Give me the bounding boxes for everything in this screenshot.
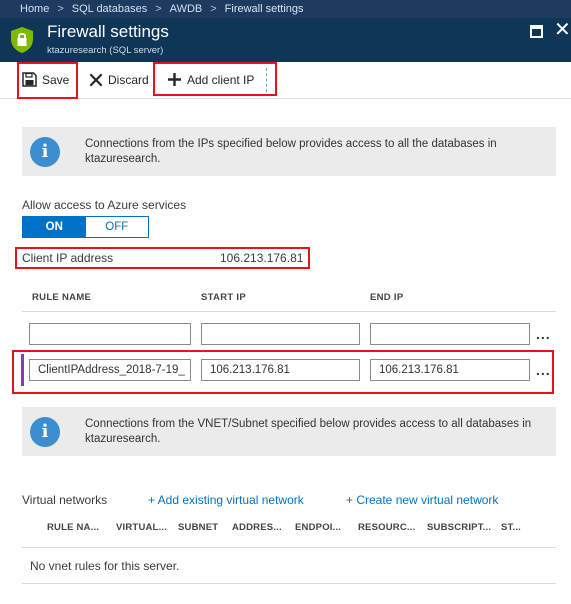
more-options-icon[interactable]: ... bbox=[536, 362, 551, 378]
toggle-off-option[interactable]: OFF bbox=[85, 217, 148, 237]
breadcrumb-current: Firewall settings bbox=[224, 3, 304, 15]
client-ip-value: 106.213.176.81 bbox=[220, 251, 304, 265]
plus-icon bbox=[168, 73, 181, 86]
discard-label: Discard bbox=[108, 72, 149, 87]
add-client-ip-label: Add client IP bbox=[187, 72, 255, 87]
new-rule-name-input[interactable] bbox=[29, 323, 191, 345]
rule-name-input[interactable]: ClientIPAddress_2018-7-19_ bbox=[29, 359, 191, 381]
vnet-empty-message: No vnet rules for this server. bbox=[30, 559, 180, 573]
vnet-column-endpoint: ENDPOI... bbox=[295, 522, 342, 533]
start-ip-input[interactable]: 106.213.176.81 bbox=[201, 359, 360, 381]
breadcrumb-sql-databases[interactable]: SQL databases bbox=[72, 3, 147, 15]
save-button[interactable]: Save bbox=[22, 62, 69, 97]
selected-row-marker bbox=[21, 354, 24, 386]
azure-services-label: Allow access to Azure services bbox=[22, 198, 187, 212]
save-label: Save bbox=[42, 72, 70, 87]
vnet-column-subscription: SUBSCRIPT... bbox=[427, 522, 492, 533]
breadcrumb-separator: > bbox=[210, 3, 217, 15]
discard-button[interactable]: Discard bbox=[89, 62, 149, 97]
add-existing-vnet-link[interactable]: + Add existing virtual network bbox=[148, 493, 304, 507]
firewall-info-text: Connections from the IPs specified below… bbox=[85, 138, 497, 165]
breadcrumb-separator: > bbox=[155, 3, 162, 15]
save-icon bbox=[22, 72, 37, 87]
firewall-info-banner: i Connections from the IPs specified bel… bbox=[22, 127, 556, 176]
table-header-divider bbox=[22, 311, 556, 312]
page-subtitle: ktazuresearch (SQL server) bbox=[47, 45, 164, 56]
shield-lock-icon bbox=[11, 27, 33, 53]
client-ip-label: Client IP address bbox=[22, 251, 114, 265]
column-header-rule-name: RULE NAME bbox=[32, 292, 92, 303]
vnet-column-virtual-network: VIRTUAL... bbox=[116, 522, 168, 533]
azure-services-toggle: ON OFF bbox=[22, 216, 149, 238]
virtual-networks-label: Virtual networks bbox=[22, 493, 108, 507]
discard-icon bbox=[89, 73, 103, 86]
new-end-ip-input[interactable] bbox=[370, 323, 530, 345]
add-client-ip-button[interactable]: Add client IP bbox=[167, 62, 254, 97]
new-start-ip-input[interactable] bbox=[201, 323, 360, 345]
vnet-column-resource: RESOURC... bbox=[358, 522, 416, 533]
vnet-info-banner: i Connections from the VNET/Subnet speci… bbox=[22, 407, 556, 456]
column-header-start-ip: START IP bbox=[201, 292, 246, 303]
page-title: Firewall settings bbox=[47, 22, 169, 41]
toolbar: Save Discard Add client IP bbox=[0, 62, 571, 99]
breadcrumb-awdb[interactable]: AWDB bbox=[170, 3, 203, 15]
vnet-column-rule-name: RULE NA... bbox=[47, 522, 100, 533]
vnet-table-divider bbox=[22, 547, 556, 548]
more-options-icon[interactable]: ... bbox=[536, 326, 551, 342]
info-icon: i bbox=[30, 417, 60, 447]
toggle-on-option[interactable]: ON bbox=[23, 217, 86, 237]
breadcrumb-home[interactable]: Home bbox=[20, 3, 49, 15]
vnet-table-bottom-divider bbox=[22, 583, 556, 584]
maximize-icon[interactable] bbox=[530, 25, 543, 38]
vnet-column-address: ADDRES... bbox=[232, 522, 282, 533]
toolbar-divider bbox=[266, 68, 267, 92]
breadcrumb-separator: > bbox=[57, 3, 64, 15]
close-icon[interactable]: ✕ bbox=[554, 19, 571, 41]
vnet-column-subnet: SUBNET bbox=[178, 522, 219, 533]
info-icon: i bbox=[30, 137, 60, 167]
breadcrumb: Home > SQL databases > AWDB > Firewall setting… bbox=[0, 0, 571, 18]
create-new-vnet-link[interactable]: + Create new virtual network bbox=[346, 493, 498, 507]
vnet-column-state: ST... bbox=[501, 522, 522, 533]
end-ip-input[interactable]: 106.213.176.81 bbox=[370, 359, 530, 381]
blade-header: Firewall settings ktazuresearch (SQL ser… bbox=[0, 18, 571, 62]
vnet-info-text: Connections from the VNET/Subnet specifi… bbox=[85, 418, 532, 445]
column-header-end-ip: END IP bbox=[370, 292, 404, 303]
